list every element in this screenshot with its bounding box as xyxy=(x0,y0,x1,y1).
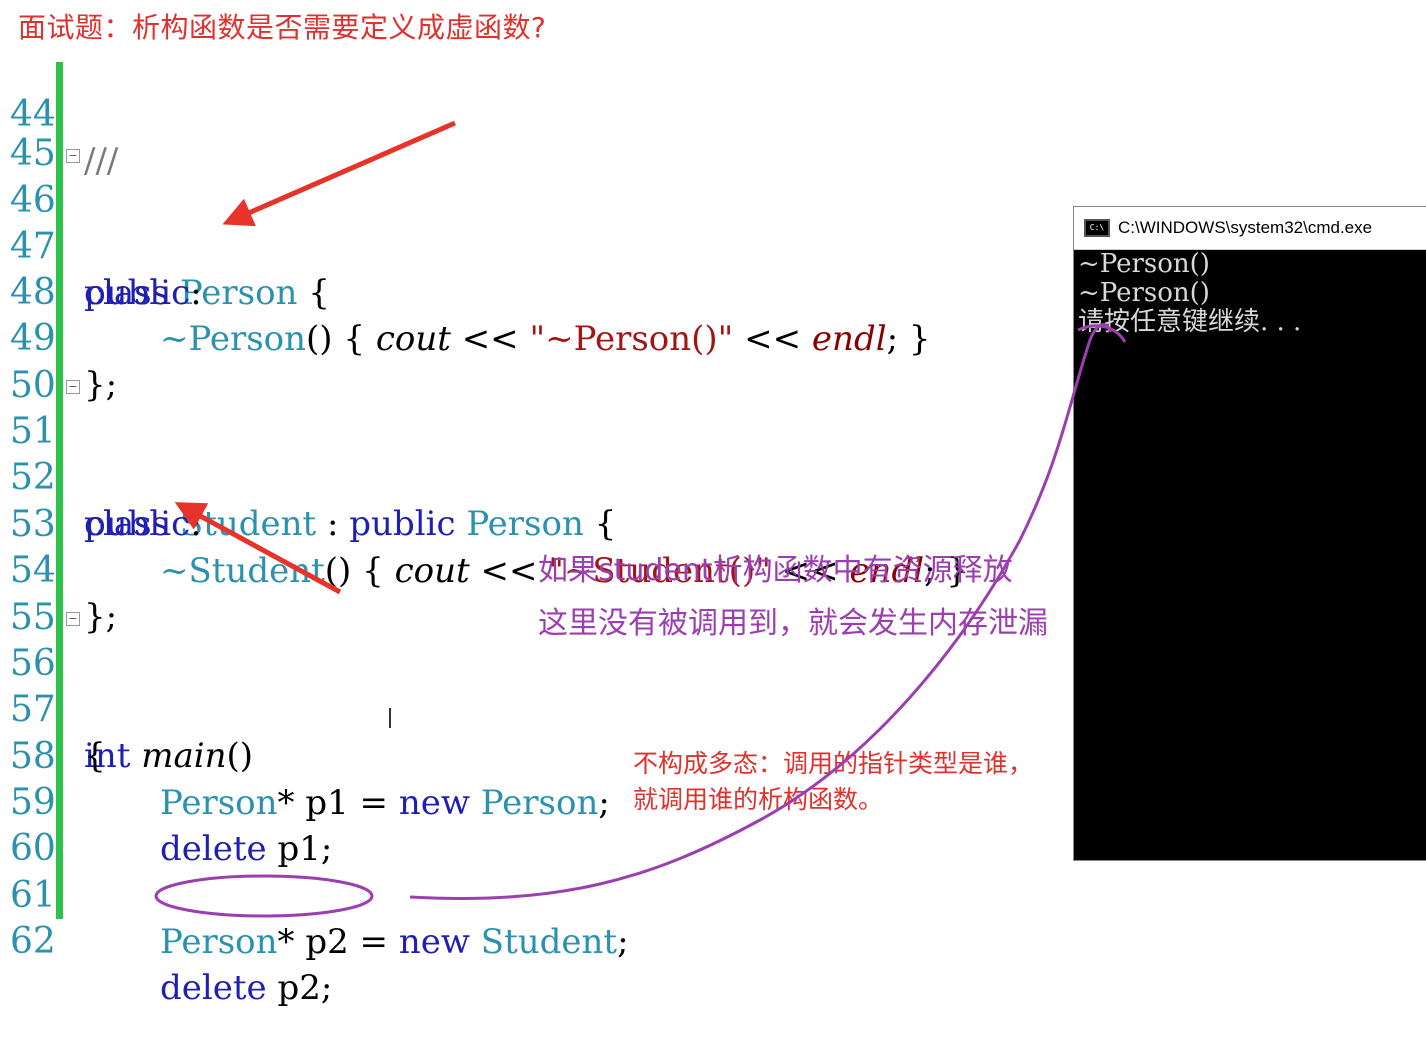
code-line: 48 ~Person() { cout << "~Person()" << en… xyxy=(0,224,931,359)
code-line: 62 delete p2; xyxy=(0,873,332,1008)
code-line: 57 { xyxy=(0,641,106,776)
code-text: public: xyxy=(84,273,202,313)
code-line: 49 }; xyxy=(0,270,117,405)
code-line: 54 }; xyxy=(0,502,117,637)
code-line: 52 public: xyxy=(0,409,202,544)
red-annotation-line1: 不构成多态：调用的指针类型是谁， xyxy=(633,749,1034,778)
purple-annotation-line2: 这里没有被调用到，就会发生内存泄漏 xyxy=(538,606,1048,641)
collapse-icon[interactable]: − xyxy=(66,149,80,163)
code-line: 47 public: xyxy=(0,178,202,313)
code-text: int main() xyxy=(84,736,254,776)
code-text: Person* p1 = new Person; xyxy=(160,783,610,823)
code-line: 60 xyxy=(0,780,56,869)
code-text: }; xyxy=(84,597,118,637)
code-text: }; xyxy=(84,365,118,405)
red-annotation-line2: 就调用谁的析构函数。 xyxy=(633,785,884,814)
code-text: delete p2; xyxy=(160,968,333,1008)
code-text: delete p1; xyxy=(160,829,333,869)
code-line: 53 ~Student() { cout << "~Student()" << … xyxy=(0,456,968,591)
code-line: 46 − class Person { xyxy=(0,132,330,313)
code-line: 58 Person* p1 = new Person; xyxy=(0,688,610,823)
code-text: ~Person() { cout << "~Person()" << endl;… xyxy=(160,319,931,359)
code-text: public: xyxy=(84,504,202,544)
console-titlebar[interactable]: C:\ C:\WINDOWS\system32\cmd.exe xyxy=(1074,207,1426,250)
code-line: 51 − class Student : public Person { xyxy=(0,363,616,544)
code-line: 50 xyxy=(0,317,56,406)
code-line: 61 Person* p2 = new Student; xyxy=(0,827,629,962)
code-text: Person* p2 = new Student; xyxy=(160,922,629,962)
console-line: ~Person() xyxy=(1078,278,1210,308)
purple-annotation-line1: 如果student析构函数中有资源释放 xyxy=(538,553,1013,588)
collapse-icon[interactable]: − xyxy=(66,612,80,626)
code-line: 55 xyxy=(0,549,56,638)
console-window[interactable]: C:\ C:\WINDOWS\system32\cmd.exe ~Person(… xyxy=(1073,206,1426,861)
code-line: 56 − int main() xyxy=(0,595,253,776)
page-title: 面试题：析构函数是否需要定义成虚函数? xyxy=(18,11,547,44)
console-line: ~Person() xyxy=(1078,249,1210,279)
code-line: 45 xyxy=(0,85,56,174)
console-line: 请按任意键继续. . . xyxy=(1078,307,1302,337)
code-text: { xyxy=(84,736,106,776)
collapse-icon[interactable]: − xyxy=(66,380,80,394)
cmd-icon: C:\ xyxy=(1084,219,1110,237)
code-text: /// xyxy=(84,141,119,181)
console-output: ~Person() ~Person() 请按任意键继续. . . xyxy=(1074,250,1426,337)
console-title: C:\WINDOWS\system32\cmd.exe xyxy=(1118,218,1373,237)
line-number: 62 xyxy=(10,921,56,962)
code-line: 59 delete p1; xyxy=(0,734,332,869)
